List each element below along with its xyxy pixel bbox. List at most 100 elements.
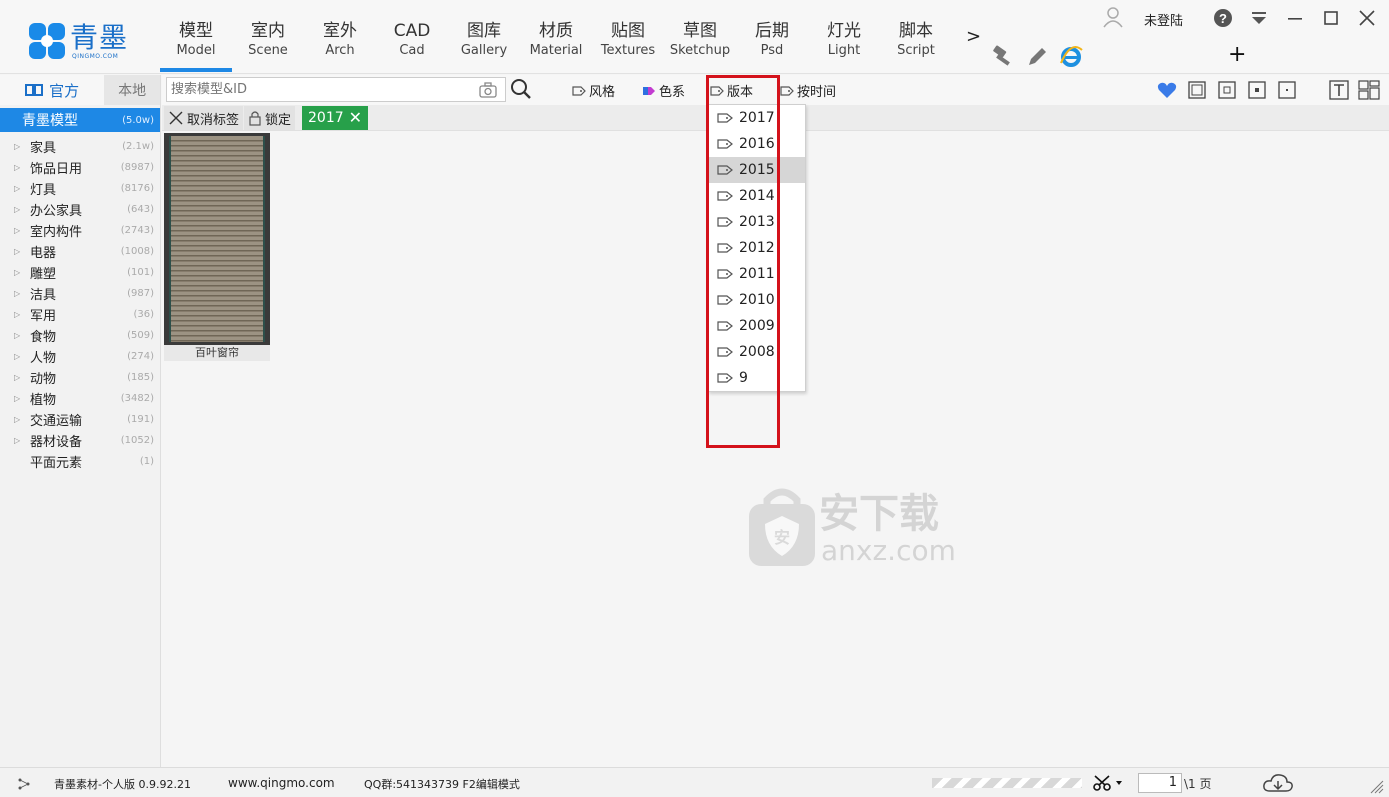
- version-option-label: 2016: [739, 136, 775, 152]
- expand-arrow-icon[interactable]: ▷: [14, 289, 24, 298]
- cancel-tags-label: 取消标签: [187, 112, 240, 128]
- user-login[interactable]: 未登陆: [1102, 6, 1222, 30]
- category-item[interactable]: ▷ 植物 (3482): [0, 388, 160, 409]
- pencil-icon[interactable]: [1024, 44, 1050, 70]
- page-number-input[interactable]: 1: [1138, 773, 1182, 793]
- minimize-icon[interactable]: [1283, 6, 1307, 30]
- version-option[interactable]: 2017: [709, 105, 805, 131]
- version-option[interactable]: 2015: [709, 157, 805, 183]
- filter-style[interactable]: 风格: [572, 81, 615, 100]
- nav-light[interactable]: 灯光 Light: [808, 0, 880, 72]
- tab-official-label: 官方: [49, 81, 80, 100]
- category-item[interactable]: ▷ 洁具 (987): [0, 283, 160, 304]
- category-item[interactable]: ▷ 室内构件 (2743): [0, 220, 160, 241]
- nav-scene[interactable]: 室内 Scene: [232, 0, 304, 72]
- ie-browser-icon[interactable]: [1058, 44, 1084, 70]
- tab-official[interactable]: 官方: [0, 75, 105, 105]
- category-item[interactable]: ▷ 动物 (185): [0, 367, 160, 388]
- nav-label-en: Script: [897, 43, 935, 58]
- nav-textures[interactable]: 贴图 Textures: [592, 0, 664, 72]
- category-item[interactable]: ▷ 电器 (1008): [0, 241, 160, 262]
- category-item[interactable]: ▷ 办公家具 (643): [0, 199, 160, 220]
- resize-grip-icon[interactable]: [1370, 780, 1384, 794]
- camera-icon[interactable]: [479, 82, 497, 98]
- version-option-label: 2015: [739, 162, 775, 178]
- maximize-icon[interactable]: [1319, 6, 1343, 30]
- lock-button[interactable]: 锁定: [244, 106, 296, 130]
- model-card[interactable]: 百叶窗帘: [164, 133, 270, 361]
- expand-arrow-icon[interactable]: ▷: [14, 436, 24, 445]
- category-item[interactable]: ▷ 人物 (274): [0, 346, 160, 367]
- cancel-tags-button[interactable]: 取消标签: [164, 106, 244, 130]
- move-icon[interactable]: [16, 776, 32, 792]
- nav-psd[interactable]: 后期 Psd: [736, 0, 808, 72]
- expand-arrow-icon[interactable]: ▷: [14, 247, 24, 256]
- version-option[interactable]: 2016: [709, 131, 805, 157]
- expand-arrow-icon[interactable]: ▷: [14, 352, 24, 361]
- category-item[interactable]: ▷ 家具 (2.1w): [0, 136, 160, 157]
- expand-arrow-icon[interactable]: ▷: [14, 226, 24, 235]
- filter-version[interactable]: 版本: [710, 81, 753, 100]
- favorite-heart-icon[interactable]: [1156, 80, 1178, 100]
- nav-model[interactable]: 模型 Model: [160, 0, 232, 72]
- category-item[interactable]: ▷ 军用 (36): [0, 304, 160, 325]
- nav-script[interactable]: 脚本 Script: [880, 0, 952, 72]
- tab-local[interactable]: 本地: [104, 75, 160, 105]
- cloud-download-icon[interactable]: [1262, 772, 1294, 794]
- category-item[interactable]: ▷ 器材设备 (1052): [0, 430, 160, 451]
- scissors-icon[interactable]: [1092, 774, 1124, 792]
- close-icon[interactable]: [1355, 6, 1379, 30]
- version-option[interactable]: 2010: [709, 287, 805, 313]
- nav-more-button[interactable]: >: [966, 26, 981, 47]
- expand-arrow-icon[interactable]: ▷: [14, 394, 24, 403]
- sidebar-root-item[interactable]: 青墨模型 (5.0w): [0, 108, 160, 132]
- version-option[interactable]: 9: [709, 365, 805, 391]
- expand-arrow-icon[interactable]: ▷: [14, 184, 24, 193]
- view-tiny-icon[interactable]: [1276, 80, 1298, 100]
- expand-arrow-icon[interactable]: ▷: [14, 373, 24, 382]
- category-item[interactable]: ▷ 饰品日用 (8987): [0, 157, 160, 178]
- expand-arrow-icon[interactable]: ▷: [14, 268, 24, 277]
- website-link[interactable]: www.qingmo.com: [228, 776, 335, 790]
- help-icon[interactable]: ?: [1211, 6, 1235, 30]
- view-small-icon[interactable]: [1246, 80, 1268, 100]
- version-option[interactable]: 2008: [709, 339, 805, 365]
- nav-sketchup[interactable]: 草图 Sketchup: [664, 0, 736, 72]
- search-input[interactable]: [167, 78, 467, 101]
- layout-icon[interactable]: [1358, 80, 1380, 100]
- search-icon[interactable]: [510, 78, 532, 100]
- menu-dropdown-icon[interactable]: [1247, 6, 1271, 30]
- nav-cad[interactable]: CAD Cad: [376, 0, 448, 72]
- hammer-icon[interactable]: [990, 44, 1016, 70]
- filter-time[interactable]: 按时间: [780, 81, 836, 100]
- expand-arrow-icon[interactable]: ▷: [14, 142, 24, 151]
- category-item[interactable]: 平面元素 (1): [0, 451, 160, 472]
- version-option[interactable]: 2014: [709, 183, 805, 209]
- category-item[interactable]: ▷ 交通运输 (191): [0, 409, 160, 430]
- version-option[interactable]: 2009: [709, 313, 805, 339]
- add-button[interactable]: +: [1228, 42, 1246, 67]
- text-view-icon[interactable]: [1328, 80, 1350, 100]
- category-item[interactable]: ▷ 雕塑 (101): [0, 262, 160, 283]
- filter-color[interactable]: 色系: [642, 81, 685, 100]
- category-count: (191): [127, 414, 154, 425]
- nav-arch[interactable]: 室外 Arch: [304, 0, 376, 72]
- expand-arrow-icon[interactable]: ▷: [14, 331, 24, 340]
- version-option[interactable]: 2011: [709, 261, 805, 287]
- version-option[interactable]: 2013: [709, 209, 805, 235]
- active-tag-chip[interactable]: 2017 ✕: [302, 106, 368, 130]
- nav-gallery[interactable]: 图库 Gallery: [448, 0, 520, 72]
- version-option[interactable]: 2012: [709, 235, 805, 261]
- category-item[interactable]: ▷ 食物 (509): [0, 325, 160, 346]
- expand-arrow-icon[interactable]: ▷: [14, 310, 24, 319]
- view-medium-icon[interactable]: [1216, 80, 1238, 100]
- tool-icons: [990, 44, 1084, 70]
- remove-tag-icon[interactable]: ✕: [349, 108, 362, 127]
- expand-arrow-icon[interactable]: ▷: [14, 163, 24, 172]
- nav-material[interactable]: 材质 Material: [520, 0, 592, 72]
- expand-arrow-icon[interactable]: ▷: [14, 205, 24, 214]
- category-item[interactable]: ▷ 灯具 (8176): [0, 178, 160, 199]
- view-large-icon[interactable]: [1186, 80, 1208, 100]
- tag-icon: [717, 347, 733, 357]
- expand-arrow-icon[interactable]: ▷: [14, 415, 24, 424]
